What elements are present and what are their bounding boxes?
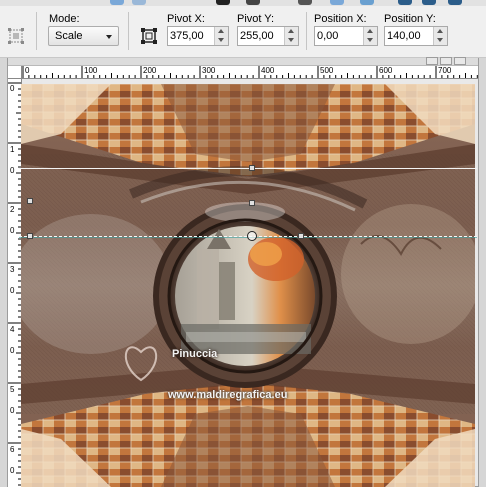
ruler-left-label: 5 — [10, 385, 15, 394]
arrow-up-icon[interactable] — [367, 29, 373, 33]
pivot-y-label: Pivot Y: — [237, 13, 275, 25]
ruler-left-label: 0 — [10, 84, 15, 93]
pivot-x-label: Pivot X: — [167, 13, 205, 25]
position-y-field[interactable] — [384, 26, 448, 46]
position-x-input[interactable] — [317, 29, 357, 43]
strip-icon — [448, 0, 462, 5]
guide-line-top[interactable] — [19, 168, 477, 169]
strip-icon — [422, 0, 436, 5]
ruler-left-label: 3 — [10, 265, 15, 274]
strip-icon — [246, 0, 260, 5]
ruler-left-label: 0 — [10, 466, 15, 475]
ruler-left-label: 0 — [10, 226, 15, 235]
ruler-vertical: 0 1 0 2 0 3 0 4 0 5 0 6 0 — [8, 79, 22, 487]
arrow-down-icon[interactable] — [367, 38, 373, 42]
strip-icon — [398, 0, 412, 5]
strip-icon — [330, 0, 344, 5]
pivot-x-field[interactable] — [167, 26, 229, 46]
pivot-y-field[interactable] — [237, 26, 299, 46]
minimize-button[interactable] — [426, 57, 438, 65]
position-x-field[interactable] — [314, 26, 378, 46]
ruler-top-label: 700 — [438, 66, 452, 75]
pivot-x-spinner[interactable] — [214, 27, 228, 45]
position-y-spinner[interactable] — [433, 27, 447, 45]
pivot-y-input[interactable] — [240, 29, 280, 43]
ruler-corner — [8, 66, 22, 79]
toolbar-separator — [36, 12, 37, 50]
ruler-top-label: 200 — [143, 66, 157, 75]
document-area: 0 100 200 300 400 500 600 700 0 1 0 2 0 … — [0, 57, 486, 487]
close-button[interactable] — [454, 57, 466, 65]
transform-handle-left-bottom[interactable] — [27, 233, 33, 239]
strip-icon — [110, 0, 124, 5]
arrow-up-icon[interactable] — [288, 29, 294, 33]
position-x-spinner[interactable] — [363, 27, 377, 45]
toolbar: Mode: Scale Pivot X: Pivot Y: Position X… — [0, 0, 486, 58]
maximize-button[interactable] — [440, 57, 452, 65]
mode-dropdown[interactable]: Scale — [48, 26, 119, 46]
transform-handle-middle[interactable] — [249, 200, 255, 206]
ruler-horizontal: 0 100 200 300 400 500 600 700 — [22, 66, 478, 79]
position-y-input[interactable] — [387, 29, 427, 43]
transform-handle-top[interactable] — [249, 165, 255, 171]
toolbar-top-strip — [0, 0, 486, 6]
strip-icon — [132, 0, 146, 5]
ruler-top-label: 400 — [261, 66, 275, 75]
ruler-top-label: 500 — [320, 66, 334, 75]
toolbar-separator — [306, 12, 307, 50]
chevron-down-icon — [106, 35, 112, 39]
pick-tool-icon[interactable] — [6, 26, 26, 46]
ruler-left-label: 2 — [10, 205, 15, 214]
strip-icon — [298, 0, 312, 5]
ruler-left-label: 0 — [10, 286, 15, 295]
pivot-center-icon[interactable] — [139, 26, 159, 46]
arrow-up-icon[interactable] — [218, 29, 224, 33]
transform-handle-right[interactable] — [298, 233, 304, 239]
arrow-down-icon[interactable] — [288, 38, 294, 42]
ruler-vertical-ticks — [8, 82, 21, 486]
transform-handle-left[interactable] — [27, 198, 33, 204]
pivot-y-spinner[interactable] — [284, 27, 298, 45]
arrow-down-icon[interactable] — [437, 38, 443, 42]
pivot-x-input[interactable] — [170, 29, 210, 43]
mode-label: Mode: — [49, 13, 80, 25]
ruler-top-label: 600 — [379, 66, 393, 75]
ruler-left-label: 6 — [10, 445, 15, 454]
ruler-top-label: 300 — [202, 66, 216, 75]
image-canvas[interactable] — [21, 84, 475, 487]
strip-icon — [216, 0, 230, 5]
arrow-up-icon[interactable] — [437, 29, 443, 33]
artwork — [21, 84, 475, 487]
ruler-left-label: 0 — [10, 406, 15, 415]
image-window-titlebar[interactable] — [8, 57, 478, 66]
ruler-left-label: 0 — [10, 166, 15, 175]
position-x-label: Position X: — [314, 13, 367, 25]
toolbar-separator — [128, 12, 129, 50]
ruler-left-label: 0 — [10, 346, 15, 355]
mode-value: Scale — [55, 30, 83, 42]
watermark-name: Pinuccia — [172, 348, 218, 360]
strip-icon — [360, 0, 374, 5]
pivot-point-handle[interactable] — [247, 231, 257, 241]
arrow-down-icon[interactable] — [218, 38, 224, 42]
ruler-top-label: 100 — [84, 66, 98, 75]
ruler-left-label: 1 — [10, 145, 15, 154]
ruler-top-label: 0 — [25, 66, 30, 75]
position-y-label: Position Y: — [384, 13, 436, 25]
watermark-url: www.maldiregrafica.eu — [168, 389, 288, 401]
ruler-left-label: 4 — [10, 325, 15, 334]
